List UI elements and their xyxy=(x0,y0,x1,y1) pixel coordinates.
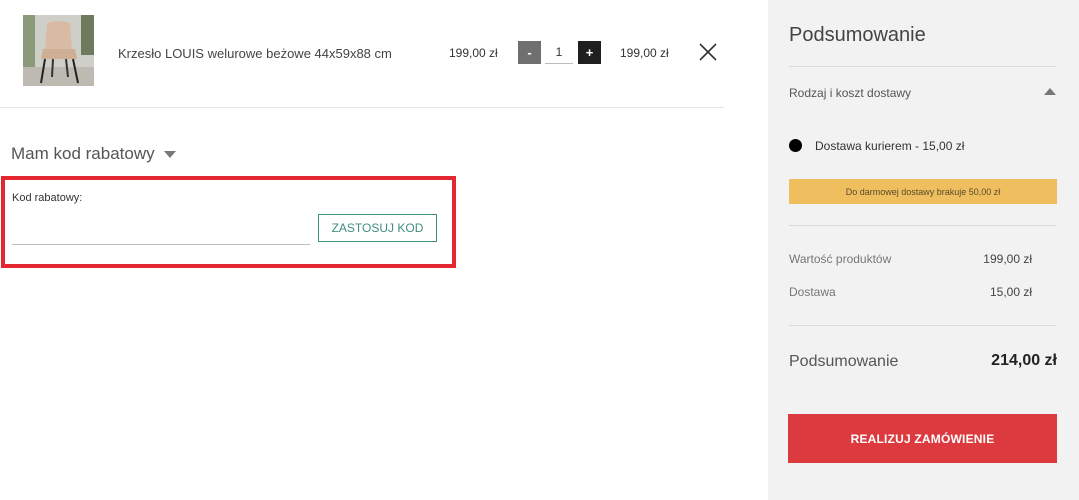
coupon-form-highlight: Kod rabatowy: ZASTOSUJ KOD xyxy=(1,176,456,268)
close-icon xyxy=(699,43,717,61)
quantity-increase-button[interactable]: + xyxy=(578,41,601,64)
unit-price: 199,00 zł xyxy=(449,46,498,60)
chair-photo-icon xyxy=(23,15,94,86)
summary-title: Podsumowanie xyxy=(789,24,926,46)
apply-coupon-button[interactable]: ZASTOSUJ KOD xyxy=(318,214,437,242)
products-value: 199,00 zł xyxy=(983,252,1032,266)
quantity-input[interactable] xyxy=(545,41,573,64)
place-order-button[interactable]: REALIZUJ ZAMÓWIENIE xyxy=(788,414,1057,463)
divider xyxy=(789,225,1056,226)
total-value: 214,00 zł xyxy=(991,352,1057,369)
quantity-decrease-button[interactable]: - xyxy=(518,41,541,64)
product-thumbnail[interactable] xyxy=(23,15,94,86)
coupon-code-input[interactable] xyxy=(12,220,310,245)
coupon-toggle[interactable]: Mam kod rabatowy xyxy=(11,144,176,164)
remove-item-button[interactable] xyxy=(698,42,718,62)
coupon-field-label: Kod rabatowy: xyxy=(12,192,83,204)
shipping-cost-value: 15,00 zł xyxy=(989,285,1032,299)
product-name[interactable]: Krzesło LOUIS welurowe beżowe 44x59x88 c… xyxy=(118,46,392,61)
free-shipping-notice: Do darmowej dostawy brakuje 50,00 zł xyxy=(789,179,1057,204)
coupon-toggle-label: Mam kod rabatowy xyxy=(11,144,155,163)
total-label: Podsumowanie xyxy=(789,353,899,370)
chevron-down-icon xyxy=(163,151,176,158)
delivery-courier-radio[interactable] xyxy=(789,139,802,152)
shipping-cost-label: Dostawa xyxy=(789,285,836,299)
delivery-courier-label[interactable]: Dostawa kurierem - 15,00 zł xyxy=(815,139,964,153)
divider xyxy=(789,66,1056,67)
cart-item-row: Krzesło LOUIS welurowe beżowe 44x59x88 c… xyxy=(0,0,724,108)
products-value-label: Wartość produktów xyxy=(789,252,892,266)
line-total: 199,00 zł xyxy=(620,46,669,60)
chevron-up-icon[interactable] xyxy=(1044,88,1056,95)
divider xyxy=(789,325,1056,326)
delivery-section-header[interactable]: Rodzaj i koszt dostawy xyxy=(789,86,911,100)
order-summary-panel: Podsumowanie Rodzaj i koszt dostawy Dost… xyxy=(768,0,1079,500)
